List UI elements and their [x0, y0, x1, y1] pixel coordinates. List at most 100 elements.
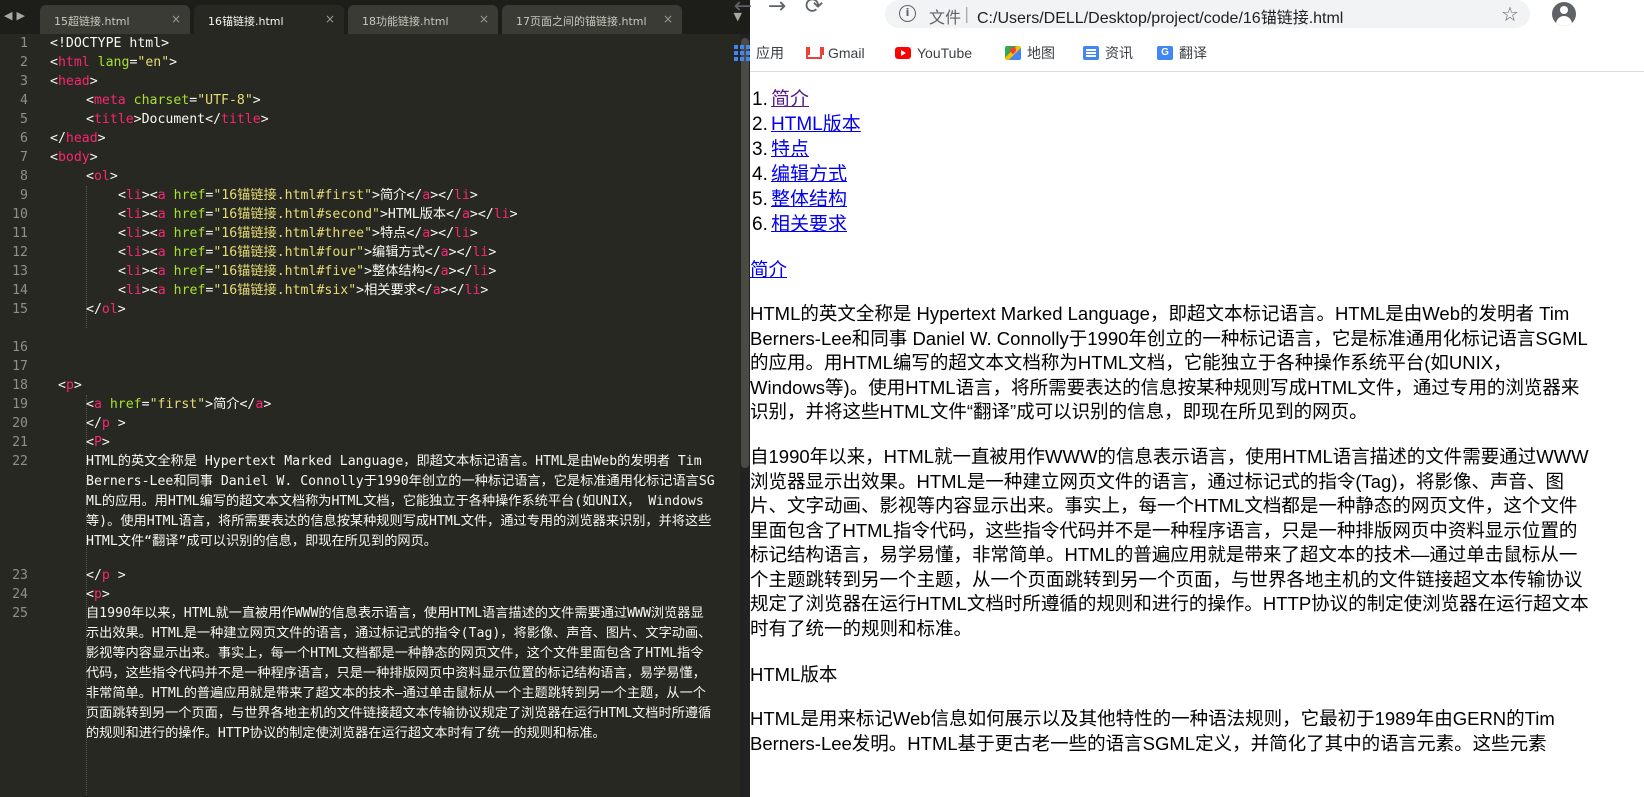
code-line-li: <li><a href="16锚链接.html#first">简介</a></l…	[118, 188, 478, 203]
tab-close-icon[interactable]: ×	[171, 12, 181, 26]
site-info-icon[interactable]: i	[899, 5, 916, 22]
code-line-li: <li><a href="16锚链接.html#five">整体结构</a></…	[118, 264, 497, 279]
code-line-head-open: <head>	[50, 74, 98, 89]
bookmark-gmail[interactable]: Gmail	[806, 40, 865, 66]
line-number: 22	[12, 454, 28, 469]
attr-value: "first"	[149, 397, 206, 412]
web-page-content: 1. 简介 2. HTML版本 3. 特点 4. 编辑方式 5. 整体结构 6.…	[750, 73, 1644, 797]
url-text[interactable]: C:/Users/DELL/Desktop/project/code/16锚链接…	[977, 4, 1343, 28]
code-line-ol-open: <ol>	[86, 169, 118, 184]
tag-name: meta	[93, 93, 126, 108]
bookmark-maps[interactable]: 地图	[1005, 40, 1055, 66]
bookmark-label: Gmail	[828, 45, 865, 61]
youtube-icon	[895, 47, 911, 59]
toc-link[interactable]: 相关要求	[771, 213, 847, 237]
attr-value: "en"	[137, 55, 170, 70]
protocol-label: 文件	[929, 8, 962, 27]
code-line-title: <title>Document</title>	[86, 112, 269, 127]
attr-name: href	[173, 226, 206, 241]
code-line-p-open: <p>	[86, 587, 110, 602]
code-line-li: <li><a href="16锚链接.html#four">编辑方式</a></…	[118, 245, 497, 260]
bookmark-youtube[interactable]: YouTube	[895, 40, 972, 66]
code-line-li: <li><a href="16锚链接.html#three">特点</a></l…	[118, 226, 478, 241]
gmail-icon	[806, 47, 822, 59]
code-line-paragraph-text: 自1990年以来，HTML就一直被用作WWW的信息表示语言，使用HTML语言描述…	[86, 606, 712, 741]
line-number: 15	[12, 302, 28, 317]
reload-icon: ⟳	[804, 0, 824, 19]
code-line-html-open: <html lang="en">	[50, 55, 178, 70]
toc-number: 1.	[752, 89, 768, 110]
browser-window: ← → ⟳ i 文件 | C:/Users/DELL/Desktop/proje…	[734, 0, 1644, 797]
code-editor[interactable]: ◀▶ 15超链接.html × 16锚链接.html × 18功能链接.html…	[0, 0, 750, 797]
attr-name: charset	[133, 93, 190, 108]
line-number: 17	[12, 359, 28, 374]
toc-link[interactable]: 整体结构	[771, 188, 847, 212]
code-line-body-open: <body>	[50, 150, 98, 165]
paragraph-version: HTML是用来标记Web信息如何展示以及其他特性的一种语法规则，它最初于1989…	[750, 708, 1555, 754]
tag-name: li	[454, 226, 470, 241]
editor-tab-active[interactable]: 16锚链接.html ×	[194, 5, 344, 34]
line-number: 14	[12, 283, 28, 298]
toc-link[interactable]: HTML版本	[771, 113, 861, 137]
tag-name: li	[125, 226, 142, 241]
tag-name: a	[157, 226, 166, 241]
tag-name: title	[221, 112, 261, 127]
code-text: 相关要求	[364, 283, 417, 298]
code-text: 编辑方式	[372, 245, 425, 260]
tag-name: a	[440, 264, 449, 279]
bookmark-star-icon[interactable]: ☆	[1501, 2, 1519, 26]
line-number: 9	[20, 188, 28, 203]
toc-link[interactable]: 特点	[771, 138, 809, 162]
line-number: 25	[12, 606, 28, 621]
anchor-link-first[interactable]: 简介	[750, 258, 787, 282]
code-line-meta: <meta charset="UTF-8">	[86, 93, 261, 108]
line-number: 11	[12, 226, 28, 241]
editor-scrollbar-thumb[interactable]	[741, 38, 749, 468]
translate-icon: G	[1157, 46, 1173, 60]
code-line-paragraph-text: HTML的英文全称是 Hypertext Marked Language，即超文…	[86, 454, 715, 549]
tab-label: 18功能链接.html	[362, 15, 449, 28]
toc-link[interactable]: 编辑方式	[771, 163, 847, 187]
bookmark-apps[interactable]: 应用	[734, 40, 784, 66]
bookmark-news[interactable]: 资讯	[1083, 40, 1133, 66]
address-bar[interactable]: i 文件 | C:/Users/DELL/Desktop/project/cod…	[885, 0, 1530, 28]
line-number: 1	[20, 36, 28, 51]
line-number: 10	[12, 207, 28, 222]
tag-name: li	[493, 207, 510, 222]
bookmark-translate[interactable]: G 翻译	[1157, 40, 1207, 66]
tab-close-icon[interactable]: ×	[325, 12, 335, 26]
code-line-doctype: <!DOCTYPE html>	[50, 36, 170, 51]
back-button[interactable]: ←	[729, 0, 757, 22]
forward-arrow-icon: →	[767, 0, 787, 19]
reload-button[interactable]: ⟳	[800, 0, 828, 22]
editor-tab[interactable]: 15超链接.html ×	[40, 5, 190, 34]
code-text: 简介	[213, 397, 240, 412]
maps-icon	[1005, 46, 1021, 60]
attr-name: href	[173, 283, 206, 298]
tag-name: a	[440, 245, 449, 260]
forward-button[interactable]: →	[763, 0, 791, 22]
line-number: 2	[20, 55, 28, 70]
attr-name: href	[173, 207, 206, 222]
tag-name: li	[472, 245, 489, 260]
url-separator: |	[964, 4, 970, 23]
attr-value: "16锚链接.html#five"	[213, 264, 365, 279]
line-number: 24	[12, 587, 28, 602]
attr-name: href	[173, 264, 206, 279]
code-area[interactable]: <!DOCTYPE html> <html lang="en"> <head> …	[50, 34, 728, 797]
tab-close-icon[interactable]: ×	[663, 12, 673, 26]
profile-avatar-icon[interactable]	[1552, 2, 1576, 26]
tab-close-icon[interactable]: ×	[479, 12, 489, 26]
attr-name: href	[173, 245, 206, 260]
tag-name: p	[101, 416, 110, 431]
tag-name: a	[157, 207, 166, 222]
toc-link[interactable]: 简介	[771, 88, 809, 112]
editor-tab[interactable]: 17页面之间的锚链接.html ×	[502, 5, 682, 34]
tag-name: li	[125, 188, 142, 203]
attr-value: "16锚链接.html#first"	[213, 188, 373, 203]
tag-name: a	[93, 397, 102, 412]
bookmark-label: 应用	[756, 45, 784, 61]
editor-tab[interactable]: 18功能链接.html ×	[348, 5, 498, 34]
line-number: 12	[12, 245, 28, 260]
tab-scroll-arrows-icon[interactable]: ◀▶	[4, 9, 29, 22]
